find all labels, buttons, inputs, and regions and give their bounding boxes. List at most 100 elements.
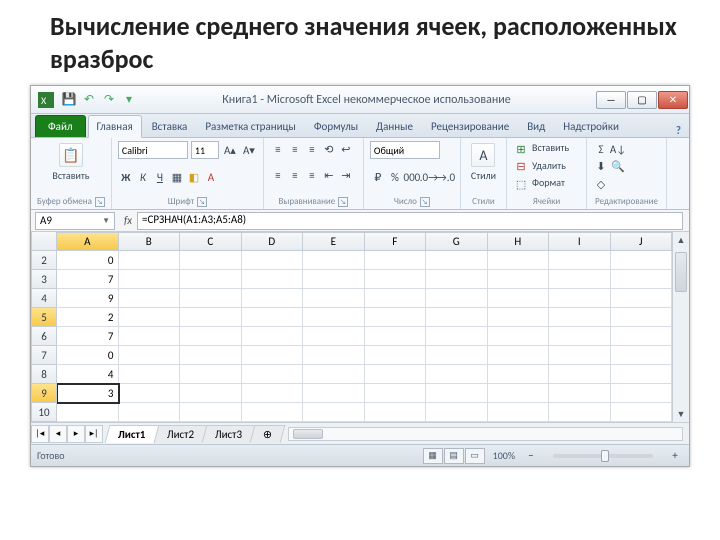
cell[interactable] — [365, 384, 427, 403]
cell[interactable] — [611, 270, 673, 289]
cell[interactable] — [488, 308, 550, 327]
insert-cells-icon[interactable]: ⊞ — [513, 141, 529, 157]
row-header[interactable]: 6 — [31, 327, 57, 346]
cell[interactable]: 7 — [57, 327, 119, 346]
cell[interactable]: 2 — [57, 308, 119, 327]
font-color-icon[interactable]: A — [203, 170, 219, 186]
paste-button[interactable]: 📋 Вставить — [37, 141, 105, 184]
redo-icon[interactable]: ↷ — [101, 92, 117, 108]
cell[interactable] — [488, 251, 550, 270]
percent-icon[interactable]: % — [387, 170, 403, 186]
cell[interactable] — [611, 308, 673, 327]
row-header[interactable]: 8 — [31, 365, 57, 384]
cell[interactable] — [303, 403, 365, 422]
cell[interactable] — [365, 327, 427, 346]
zoom-slider[interactable] — [553, 454, 653, 458]
cell[interactable] — [180, 308, 242, 327]
cell[interactable] — [611, 327, 673, 346]
format-cells-label[interactable]: Формат — [532, 176, 565, 192]
fx-icon[interactable]: fx — [119, 214, 137, 227]
formula-input[interactable]: =СРЗНАЧ(A1:A3;A5:A8) — [137, 212, 683, 230]
wrap-icon[interactable]: ↩ — [338, 141, 354, 157]
shrink-font-icon[interactable]: A▾ — [241, 142, 257, 158]
cell[interactable] — [365, 270, 427, 289]
cell[interactable] — [242, 308, 304, 327]
border-icon[interactable]: ▦ — [169, 170, 185, 186]
cell[interactable] — [242, 327, 304, 346]
cell[interactable] — [303, 346, 365, 365]
cell[interactable] — [303, 289, 365, 308]
underline-button[interactable]: Ч — [152, 170, 168, 186]
fill-color-icon[interactable]: ◧ — [186, 170, 202, 186]
cell[interactable] — [611, 251, 673, 270]
cell[interactable] — [119, 251, 181, 270]
number-format-input[interactable] — [370, 141, 440, 159]
tab-layout[interactable]: Разметка страницы — [197, 116, 304, 137]
cell[interactable]: 4 — [57, 365, 119, 384]
view-layout-icon[interactable]: ▤ — [444, 448, 464, 464]
row-header[interactable]: 3 — [31, 270, 57, 289]
col-header[interactable]: E — [303, 232, 365, 251]
scroll-down-icon[interactable]: ▼ — [673, 406, 689, 422]
cell[interactable] — [426, 251, 488, 270]
scroll-thumb[interactable] — [675, 252, 687, 292]
cell[interactable] — [549, 403, 611, 422]
cell[interactable] — [119, 289, 181, 308]
cell[interactable] — [180, 384, 242, 403]
col-header[interactable]: D — [242, 232, 304, 251]
cell[interactable] — [365, 365, 427, 384]
cell[interactable] — [365, 289, 427, 308]
cell[interactable] — [611, 384, 673, 403]
bold-button[interactable]: Ж — [118, 170, 134, 186]
cell[interactable] — [180, 251, 242, 270]
cell[interactable] — [611, 403, 673, 422]
sheet-tab[interactable]: Лист3 — [201, 425, 255, 443]
cell[interactable] — [488, 289, 550, 308]
orientation-icon[interactable]: ⟲ — [321, 141, 337, 157]
cell[interactable] — [365, 346, 427, 365]
cell[interactable] — [180, 403, 242, 422]
align-bot-icon[interactable]: ≡ — [304, 141, 320, 157]
font-dialog-icon[interactable]: ↘ — [197, 197, 207, 207]
cell[interactable] — [303, 308, 365, 327]
undo-icon[interactable]: ↶ — [81, 92, 97, 108]
cell[interactable] — [549, 289, 611, 308]
indent-dec-icon[interactable]: ⇤ — [321, 168, 337, 184]
sheet-nav-last-icon[interactable]: ▸| — [85, 425, 103, 443]
cell[interactable] — [426, 384, 488, 403]
cell[interactable] — [303, 251, 365, 270]
comma-icon[interactable]: 000 — [404, 170, 420, 186]
cell[interactable] — [242, 346, 304, 365]
font-size-input[interactable] — [191, 141, 219, 159]
cell[interactable]: 9 — [57, 289, 119, 308]
name-box[interactable]: A9▼ — [35, 212, 115, 230]
cell[interactable] — [365, 403, 427, 422]
row-header[interactable]: 5 — [31, 308, 57, 327]
cell[interactable] — [119, 308, 181, 327]
hscroll-thumb[interactable] — [293, 429, 323, 439]
cell[interactable] — [119, 365, 181, 384]
qat-dropdown-icon[interactable]: ▾ — [121, 92, 137, 108]
row-header[interactable]: 9 — [31, 384, 57, 403]
cell[interactable] — [549, 308, 611, 327]
cell[interactable] — [242, 251, 304, 270]
tab-formulas[interactable]: Формулы — [306, 116, 366, 137]
col-header[interactable]: I — [549, 232, 611, 251]
align-dialog-icon[interactable]: ↘ — [338, 197, 348, 207]
font-name-input[interactable] — [118, 141, 188, 159]
cell[interactable] — [303, 365, 365, 384]
cell[interactable]: 7 — [57, 270, 119, 289]
col-header[interactable]: H — [488, 232, 550, 251]
tab-file[interactable]: Файл — [35, 115, 86, 137]
cell[interactable] — [611, 365, 673, 384]
tab-insert[interactable]: Вставка — [144, 116, 196, 137]
new-sheet-icon[interactable]: ⊕ — [249, 425, 285, 443]
styles-button[interactable]: AСтили — [467, 141, 500, 184]
row-header[interactable]: 7 — [31, 346, 57, 365]
align-mid-icon[interactable]: ≡ — [287, 141, 303, 157]
cell[interactable] — [549, 384, 611, 403]
row-header[interactable]: 4 — [31, 289, 57, 308]
name-box-dropdown-icon[interactable]: ▼ — [102, 216, 110, 226]
cell[interactable]: 3 — [57, 384, 119, 403]
horizontal-scrollbar[interactable] — [288, 427, 683, 441]
